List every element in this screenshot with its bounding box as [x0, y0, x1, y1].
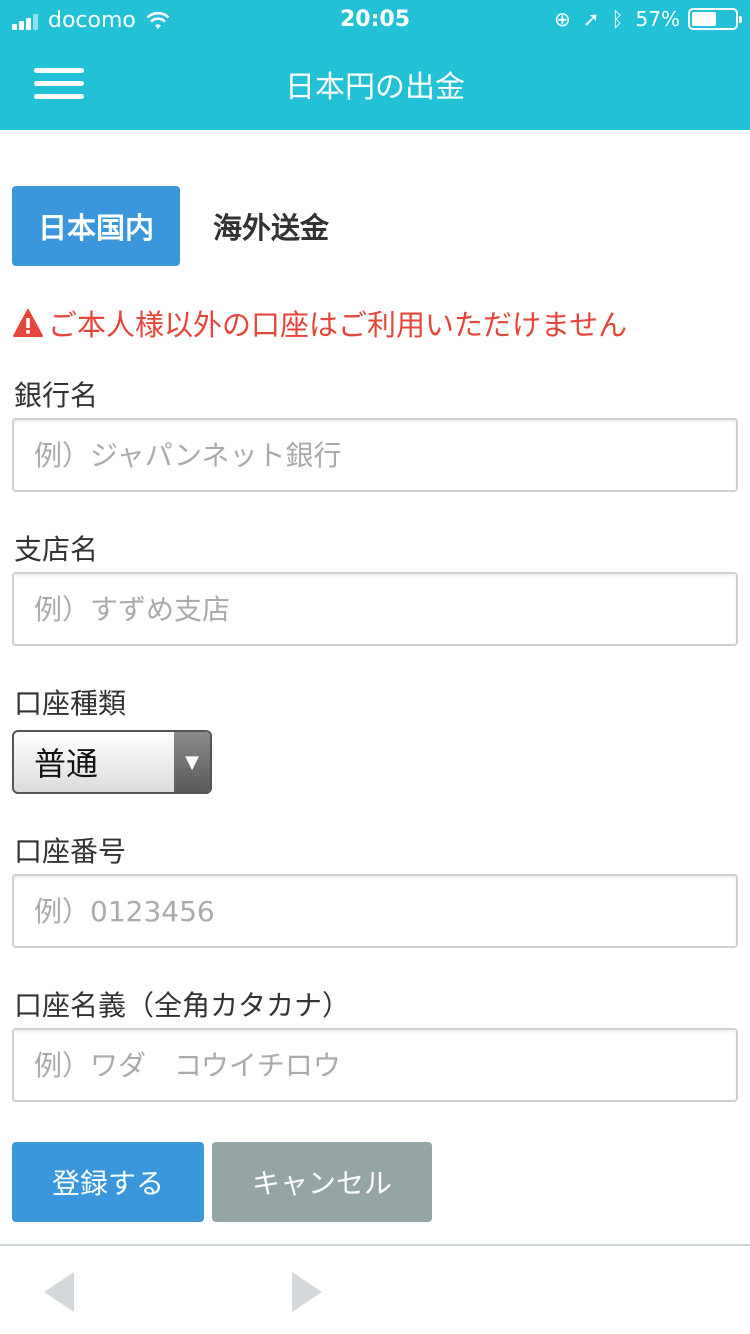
forward-arrow-icon[interactable]: [292, 1272, 322, 1312]
account-type-select[interactable]: 普通 ▼: [12, 730, 212, 794]
cancel-button[interactable]: キャンセル: [212, 1142, 432, 1222]
warning-text: ご本人様以外の口座はご利用いただけません: [48, 308, 628, 342]
account-number-input[interactable]: [12, 874, 738, 948]
account-holder-label: 口座名義（全角カタカナ）: [14, 989, 351, 1022]
bank-name-input[interactable]: [12, 418, 738, 492]
status-bar: docomo 20:05 ⊕ ➚ ᛒ 57%: [0, 0, 750, 40]
status-right: ⊕ ➚ ᛒ 57%: [542, 7, 742, 31]
account-type-value: 普通: [34, 745, 99, 783]
battery-percent: 57%: [635, 7, 680, 31]
account-type-label: 口座種類: [14, 687, 127, 720]
branch-name-label: 支店名: [14, 533, 99, 566]
branch-name-input[interactable]: [12, 572, 738, 646]
account-holder-input[interactable]: [12, 1028, 738, 1102]
dropdown-arrow-icon: ▼: [174, 732, 210, 792]
tab-overseas[interactable]: 海外送金: [196, 186, 346, 266]
tab-domestic[interactable]: 日本国内: [12, 186, 180, 266]
warning-triangle-icon: [13, 309, 43, 337]
warning-message: ご本人様以外の口座はご利用いただけません: [12, 302, 627, 344]
bank-name-label: 銀行名: [14, 379, 99, 412]
register-button[interactable]: 登録する: [12, 1142, 204, 1222]
rotation-lock-icon: ⊕: [554, 7, 571, 31]
browser-toolbar: [0, 1244, 750, 1334]
page-title: 日本円の出金: [285, 70, 465, 105]
back-arrow-icon[interactable]: [44, 1272, 74, 1312]
bluetooth-icon: ᛒ: [611, 7, 624, 31]
location-arrow-icon: ➚: [582, 7, 600, 31]
account-number-label: 口座番号: [14, 835, 127, 868]
battery-fill: [692, 12, 716, 26]
battery-icon: [688, 8, 742, 30]
app-header: docomo 20:05 ⊕ ➚ ᛒ 57% 日本円の出金: [0, 0, 750, 130]
